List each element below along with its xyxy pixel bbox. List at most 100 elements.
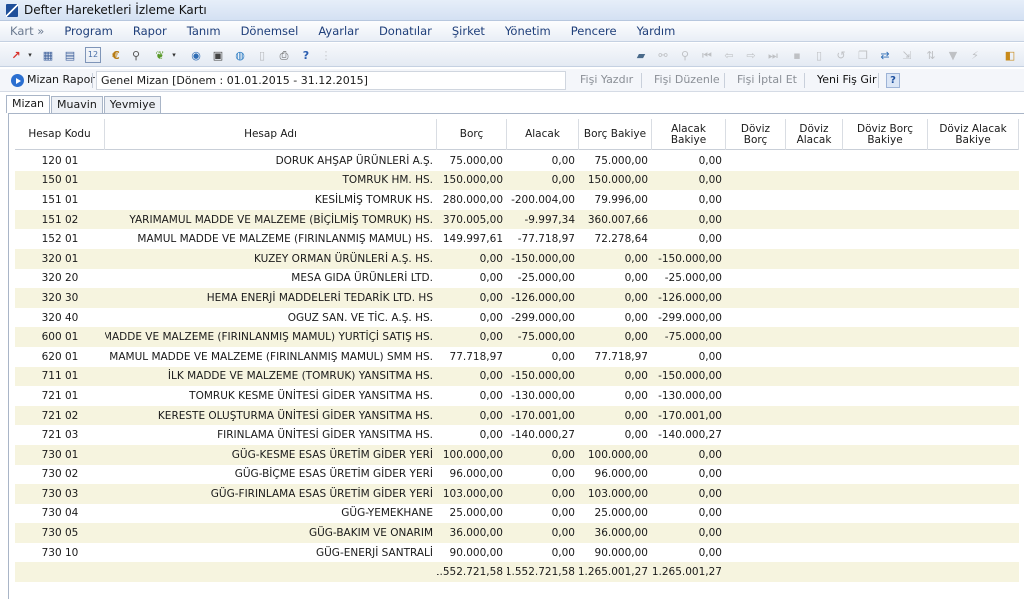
- cell-doviz-borc-bakiye[interactable]: [843, 465, 928, 485]
- dropdown-arrow-icon[interactable]: ▾: [166, 47, 182, 63]
- cell-hesap-adi[interactable]: MAMUL MADDE VE MALZEME (FIRINLANMIŞ MAMU…: [105, 229, 437, 249]
- cell-doviz-borc[interactable]: [726, 210, 786, 230]
- menu-kart[interactable]: Kart »: [10, 24, 44, 38]
- cell-hesap-adi[interactable]: İLK MADDE VE MALZEME (TOMRUK) YANSITMA H…: [105, 367, 437, 387]
- cell-borc-bakiye[interactable]: 0,00: [579, 269, 652, 289]
- cell-borc-bakiye[interactable]: 96.000,00: [579, 465, 652, 485]
- table-row[interactable]: 320 30 HEMA ENERJİ MADDELERİ TEDARİK LTD.…: [15, 288, 1019, 308]
- table-row[interactable]: 730 02 GÜG-BİÇME ESAS ÜRETİM GİDER YERİ 96…: [15, 465, 1019, 485]
- cell-doviz-borc[interactable]: [726, 269, 786, 289]
- period-field[interactable]: Genel Mizan [Dönem : 01.01.2015 - 31.12.…: [96, 71, 566, 90]
- column-header-borc[interactable]: Borç: [437, 119, 507, 150]
- table-row[interactable]: 152 01 MAMUL MADDE VE MALZEME (FIRINLANMI…: [15, 229, 1019, 249]
- cell-borc[interactable]: 96.000,00: [437, 465, 507, 485]
- cell-doviz-borc[interactable]: [726, 445, 786, 465]
- cell-doviz-borc-bakiye[interactable]: [843, 347, 928, 367]
- magnifier-icon[interactable]: ⚲: [677, 47, 693, 63]
- cell-doviz-alacak-bakiye[interactable]: [928, 347, 1019, 367]
- cell-hesap-adi[interactable]: MAMUL MADDE VE MALZEME (FIRINLANMIŞ MAMU…: [105, 347, 437, 367]
- cell-doviz-alacak-bakiye[interactable]: [928, 308, 1019, 328]
- tab-muavin[interactable]: Muavin: [51, 96, 103, 113]
- table-row[interactable]: 730 03 GÜG-FIRINLAMA ESAS ÜRETİM GİDER YE…: [15, 484, 1019, 504]
- cell-doviz-borc-bakiye[interactable]: [843, 406, 928, 426]
- column-header-doviz-borc-bakiye[interactable]: Döviz Borç Bakiye: [843, 119, 928, 150]
- cell-borc[interactable]: 0,00: [437, 425, 507, 445]
- cell-doviz-borc[interactable]: [726, 308, 786, 328]
- table-row[interactable]: 730 05 GÜG-BAKIM VE ONARIM 36.000,00 0,00 36…: [15, 523, 1019, 543]
- tab-mizan[interactable]: Mizan: [6, 95, 51, 113]
- cell-doviz-borc-bakiye[interactable]: [843, 171, 928, 191]
- cell-doviz-borc[interactable]: [726, 190, 786, 210]
- cell-doviz-borc-bakiye[interactable]: [843, 523, 928, 543]
- cell-alacak-bakiye[interactable]: 0,00: [652, 445, 726, 465]
- cell-borc[interactable]: 0,00: [437, 386, 507, 406]
- export-icon[interactable]: ⇲: [899, 47, 915, 63]
- column-header-alacak-bakiye[interactable]: Alacak Bakiye: [652, 119, 726, 150]
- cell-borc-bakiye[interactable]: 0,00: [579, 308, 652, 328]
- cell-doviz-borc-bakiye[interactable]: [843, 445, 928, 465]
- cell-doviz-borc[interactable]: [726, 327, 786, 347]
- menu-donemsel[interactable]: Dönemsel: [241, 24, 299, 38]
- cell-alacak[interactable]: -170.001,00: [507, 406, 579, 426]
- cell-borc[interactable]: 0,00: [437, 406, 507, 426]
- cell-hesap-kodu[interactable]: 730 01: [15, 445, 105, 465]
- cell-doviz-alacak[interactable]: [786, 249, 843, 269]
- cell-borc[interactable]: 25.000,00: [437, 504, 507, 524]
- cell-doviz-alacak[interactable]: [786, 386, 843, 406]
- cell-alacak[interactable]: 0,00: [507, 465, 579, 485]
- cell-borc[interactable]: 0,00: [437, 367, 507, 387]
- cell-alacak[interactable]: 0,00: [507, 171, 579, 191]
- cell-borc-bakiye[interactable]: 0,00: [579, 327, 652, 347]
- cell-hesap-kodu[interactable]: 600 01: [15, 327, 105, 347]
- sort-icon[interactable]: ⇅: [923, 47, 939, 63]
- film-icon[interactable]: ▣: [210, 47, 226, 63]
- cell-doviz-alacak-bakiye[interactable]: [928, 504, 1019, 524]
- first-record-icon[interactable]: ⏮: [699, 47, 715, 63]
- cell-doviz-borc-bakiye[interactable]: [843, 190, 928, 210]
- cell-hesap-kodu[interactable]: 730 05: [15, 523, 105, 543]
- cell-alacak[interactable]: -130.000,00: [507, 386, 579, 406]
- cell-borc[interactable]: 90.000,00: [437, 543, 507, 563]
- currency-icon[interactable]: €: [108, 47, 124, 63]
- cell-hesap-kodu[interactable]: 151 02: [15, 210, 105, 230]
- cell-hesap-kodu[interactable]: 320 40: [15, 308, 105, 328]
- cell-hesap-adi[interactable]: MAMUL MADDE VE MALZEME (FIRINLANMIŞ MAMU…: [105, 327, 437, 347]
- column-header-alacak[interactable]: Alacak: [507, 119, 579, 150]
- menu-donatilar[interactable]: Donatılar: [379, 24, 432, 38]
- printer-icon[interactable]: ⎙: [276, 47, 292, 63]
- cell-alacak-bakiye[interactable]: 0,00: [652, 484, 726, 504]
- help-icon[interactable]: ?: [298, 47, 314, 63]
- cell-borc[interactable]: 103.000,00: [437, 484, 507, 504]
- cell-alacak[interactable]: -299.000,00: [507, 308, 579, 328]
- cell-doviz-borc[interactable]: [726, 484, 786, 504]
- cell-doviz-borc[interactable]: [726, 367, 786, 387]
- cell-doviz-alacak-bakiye[interactable]: [928, 425, 1019, 445]
- cell-alacak-bakiye[interactable]: -25.000,00: [652, 269, 726, 289]
- cell-alacak[interactable]: 0,00: [507, 347, 579, 367]
- table-row[interactable]: 151 02 YARIMAMUL MADDE VE MALZEME (BİÇİLM…: [15, 209, 1019, 230]
- cell-doviz-borc[interactable]: [726, 504, 786, 524]
- play-icon[interactable]: [11, 74, 24, 87]
- cell-doviz-alacak[interactable]: [786, 504, 843, 524]
- table-row[interactable]: 120 01 DORUK AHŞAP ÜRÜNLERİ A.Ş. 75.000,00…: [15, 151, 1019, 171]
- cell-hesap-adi[interactable]: YARIMAMUL MADDE VE MALZEME (BİÇİLMİŞ TOM…: [105, 210, 437, 230]
- last-record-icon[interactable]: ⏭: [765, 47, 781, 63]
- cell-borc[interactable]: 0,00: [437, 308, 507, 328]
- cell-doviz-alacak[interactable]: [786, 406, 843, 426]
- cell-borc[interactable]: 77.718,97: [437, 347, 507, 367]
- cell-hesap-kodu[interactable]: 320 30: [15, 288, 105, 308]
- cell-doviz-borc[interactable]: [726, 425, 786, 445]
- cell-doviz-alacak[interactable]: [786, 445, 843, 465]
- cell-doviz-borc[interactable]: [726, 249, 786, 269]
- cell-borc-bakiye[interactable]: 103.000,00: [579, 484, 652, 504]
- cell-doviz-borc[interactable]: [726, 347, 786, 367]
- cell-hesap-kodu[interactable]: 730 02: [15, 465, 105, 485]
- cell-alacak[interactable]: 0,00: [507, 484, 579, 504]
- binoculars-icon[interactable]: ⚯: [655, 47, 671, 63]
- cell-doviz-borc-bakiye[interactable]: [843, 229, 928, 249]
- cell-hesap-kodu[interactable]: 721 02: [15, 406, 105, 426]
- cell-alacak-bakiye[interactable]: -170.001,00: [652, 406, 726, 426]
- cell-hesap-kodu[interactable]: 320 20: [15, 269, 105, 289]
- cell-doviz-borc[interactable]: [726, 288, 786, 308]
- table-row[interactable]: 730 01 GÜG-KESME ESAS ÜRETİM GİDER YERİ 10…: [15, 444, 1019, 465]
